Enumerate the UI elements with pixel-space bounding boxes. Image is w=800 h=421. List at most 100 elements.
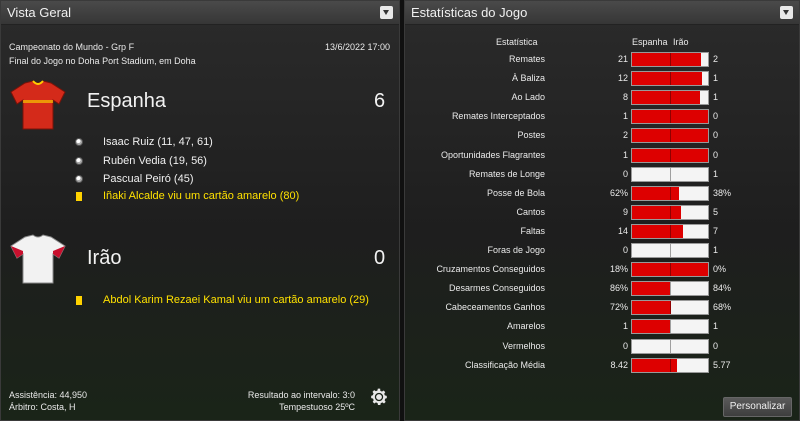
home-column-header: Espanha: [632, 37, 668, 47]
stats-collapse-icon[interactable]: [780, 6, 793, 19]
stat-row: Posse de Bola 62% 38%: [405, 185, 800, 201]
stat-label: Foras de Jogo: [487, 245, 545, 255]
stat-comparison-bar: [631, 147, 709, 163]
stats-title: Estatísticas do Jogo: [411, 5, 528, 20]
stat-bar-midline: [670, 129, 671, 143]
stat-comparison-bar: [631, 300, 709, 316]
stat-home-value: 0: [622, 245, 628, 255]
stat-bar-midline: [670, 320, 671, 334]
stat-row: À Baliza 12 1: [405, 70, 800, 87]
customize-button[interactable]: Personalizar: [723, 397, 792, 417]
stats-column-header: Estatística: [496, 37, 538, 47]
stat-label: Posse de Bola: [486, 187, 545, 198]
stat-row: Faltas 14 7: [405, 223, 800, 239]
event-text: Rubén Vedia (19, 56): [103, 155, 207, 167]
stat-row: Cabeceamentos Ganhos 72% 68%: [405, 299, 800, 316]
stat-bar-midline: [670, 358, 671, 372]
stat-row: Remates 21 2: [405, 51, 800, 67]
stat-label: Classificação Média: [464, 359, 545, 370]
stat-label: Faltas: [520, 225, 545, 236]
stat-away-value: 1: [713, 245, 719, 255]
stat-label: À Baliza: [511, 73, 545, 84]
stat-home-value: 14: [617, 225, 628, 236]
stat-row: Cruzamentos Conseguidos 18% 0%: [405, 261, 800, 278]
stat-label: Desarmes Conseguidos: [448, 283, 545, 294]
stat-comparison-bar: [631, 319, 709, 335]
away-team-name[interactable]: Irão: [87, 247, 121, 270]
stat-bar-home-fill: [632, 53, 702, 66]
stat-bar-midline: [670, 301, 671, 315]
stat-bar-home-fill: [632, 72, 703, 86]
match-overview-panel: Vista Geral Campeonato do Mundo - Grp F …: [0, 0, 400, 421]
event-text: Abdol Karim Rezaei Kamal viu um cartão a…: [103, 294, 369, 306]
stat-away-value: 7: [713, 225, 719, 236]
stat-away-value: 84%: [713, 283, 732, 294]
stat-comparison-bar: [631, 243, 709, 258]
stats-header: Estatísticas do Jogo: [405, 1, 799, 25]
stat-bar-midline: [670, 224, 671, 238]
stat-label: Postes: [517, 130, 545, 141]
stat-comparison-bar: [631, 166, 709, 182]
stat-label: Vermelhos: [502, 340, 545, 351]
gear-icon[interactable]: [369, 387, 389, 407]
stat-comparison-bar: [631, 357, 709, 373]
stat-row: Cantos 9 5: [405, 204, 800, 220]
stat-away-value: 0%: [713, 264, 727, 275]
stat-bar-midline: [670, 148, 671, 162]
stat-bar-midline: [670, 244, 671, 257]
stat-away-value: 0: [713, 111, 719, 122]
stat-label: Cruzamentos Conseguidos: [436, 264, 545, 275]
yellow-card-icon: [76, 296, 82, 305]
stat-home-value: 1: [622, 321, 628, 332]
stat-away-value: 0: [713, 149, 719, 160]
stat-label: Ao Lado: [511, 92, 545, 103]
stat-label: Remates de Longe: [468, 168, 545, 179]
stat-bar-midline: [670, 282, 671, 296]
stat-label: Remates: [508, 54, 545, 64]
halftime-score: Resultado ao intervalo: 3:0: [247, 390, 355, 400]
stat-row: Amarelos 1 1: [405, 318, 800, 335]
stat-away-value: 1: [713, 168, 719, 179]
home-shirt-icon: [10, 80, 66, 130]
stat-home-value: 21: [617, 54, 628, 64]
competition-label: Campeonato do Mundo - Grp F: [9, 42, 135, 52]
stat-label: Amarelos: [506, 321, 545, 332]
stat-home-value: 86%: [609, 283, 628, 294]
event-text: Iñaki Alcalde viu um cartão amarelo (80): [103, 190, 300, 202]
overview-collapse-icon[interactable]: [380, 6, 393, 19]
away-shirt-icon: [10, 234, 66, 284]
referee: Árbitro: Costa, H: [9, 402, 76, 412]
stat-home-value: 12: [617, 73, 628, 84]
stat-bar-midline: [670, 91, 671, 105]
stat-away-value: 2: [713, 54, 719, 64]
stat-home-value: 0: [622, 340, 628, 351]
stat-away-value: 38%: [713, 187, 732, 198]
home-team-name[interactable]: Espanha: [87, 90, 166, 113]
stat-row: Foras de Jogo 0 1: [405, 242, 800, 258]
match-venue: Final do Jogo no Doha Port Stadium, em D…: [9, 56, 196, 66]
stat-bar-midline: [670, 339, 671, 353]
yellow-card-icon: [76, 192, 82, 201]
stat-bar-midline: [670, 110, 671, 124]
stat-away-value: 5: [713, 206, 719, 217]
stat-comparison-bar: [631, 128, 709, 144]
match-datetime: 13/6/2022 17:00: [325, 42, 391, 52]
stat-comparison-bar: [631, 338, 709, 354]
home-team-score: 6: [374, 90, 386, 112]
overview-title: Vista Geral: [7, 5, 72, 20]
stat-bar-midline: [670, 186, 671, 200]
stat-comparison-bar: [631, 185, 709, 201]
stat-home-value: 1: [622, 111, 628, 122]
stat-comparison-bar: [631, 223, 709, 239]
stat-away-value: 68%: [713, 302, 732, 313]
ball-icon: [75, 138, 83, 146]
stat-comparison-bar: [631, 109, 709, 125]
stat-home-value: 8.42: [610, 359, 628, 370]
away-column-header: Irão: [673, 37, 689, 47]
stat-away-value: 0: [713, 130, 719, 141]
ball-icon: [75, 157, 83, 165]
stat-home-value: 18%: [609, 264, 628, 275]
stat-away-value: 0: [713, 340, 719, 351]
stat-bar-home-fill: [632, 320, 670, 334]
stat-bar-midline: [670, 72, 671, 86]
